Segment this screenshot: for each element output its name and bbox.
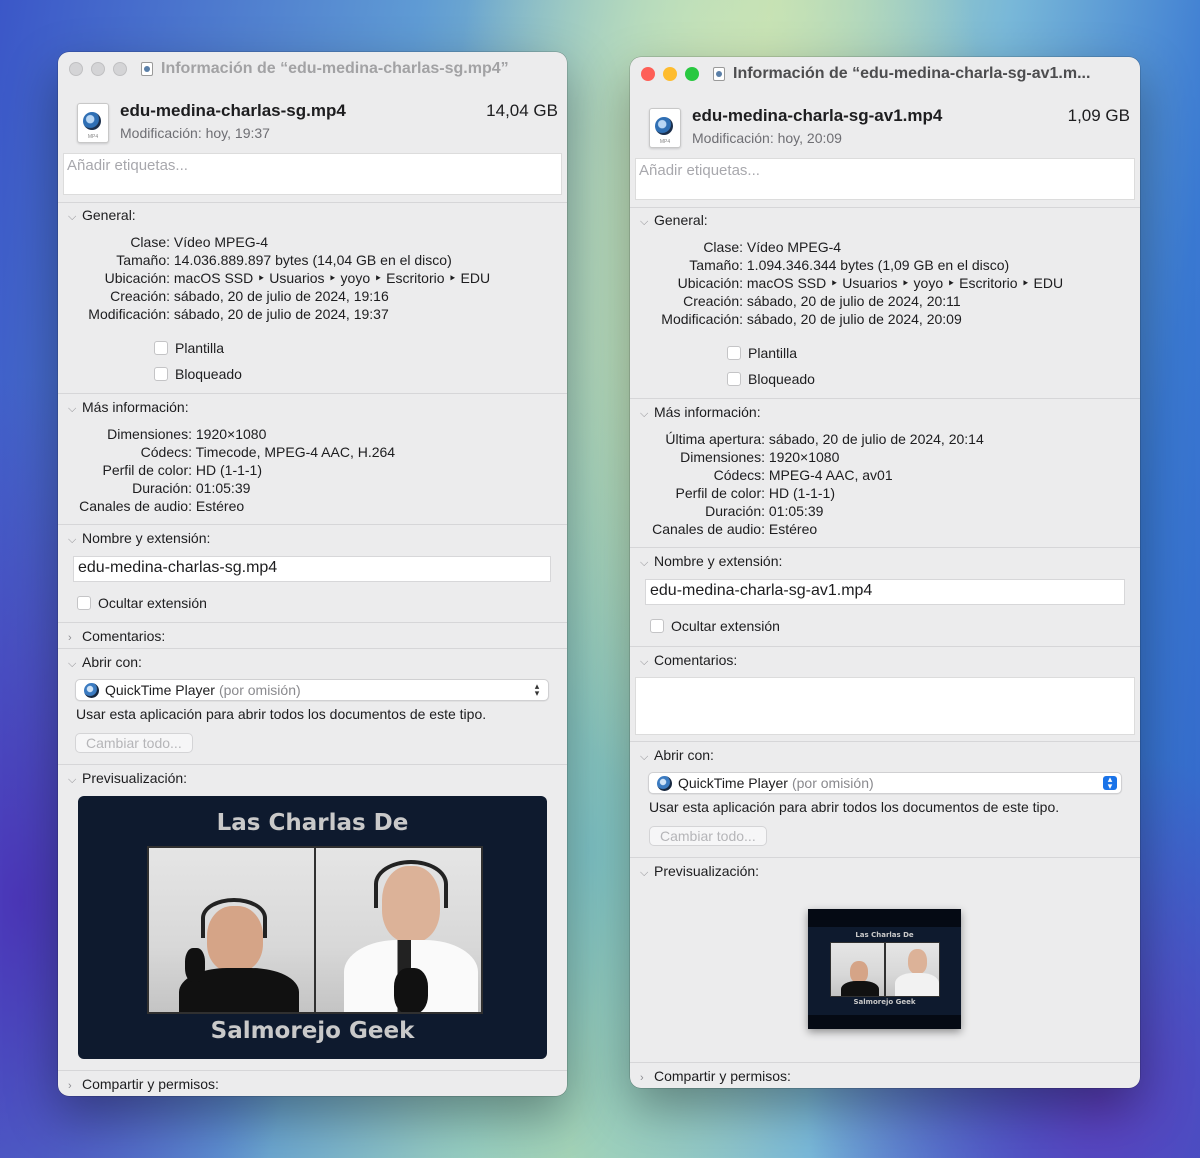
info-window-right: Información de “edu-medina-charla-sg-av1… — [630, 57, 1140, 1088]
file-extension-label: MP4 — [87, 134, 99, 140]
more-info-rows: Última apertura: sábado, 20 de julio de … — [652, 431, 984, 537]
popup-arrows-icon: ▴ ▾ — [534, 681, 540, 698]
modified-short: Modificación: hoy, 19:37 — [120, 125, 270, 141]
video-file-icon[interactable]: MP4 — [77, 103, 109, 143]
template-checkbox[interactable]: Plantilla — [727, 345, 797, 361]
tags-input[interactable]: Añadir etiquetas... — [63, 153, 562, 195]
general-rows: Clase: Vídeo MPEG-4 Tamaño: 14.036.889.8… — [88, 234, 491, 322]
section-comments[interactable]: › Comentarios: — [68, 628, 165, 644]
section-open-with[interactable]: ⌵ Abrir con: — [68, 654, 142, 671]
document-proxy-icon[interactable] — [713, 67, 725, 81]
open-with-note: Usar esta aplicación para abrir todos lo… — [649, 799, 1060, 815]
video-file-icon[interactable]: MP4 — [649, 108, 681, 148]
minimize-button[interactable] — [663, 67, 677, 81]
zoom-button[interactable] — [685, 67, 699, 81]
zoom-button[interactable] — [113, 62, 127, 76]
chevron-down-icon: ⌵ — [640, 216, 649, 228]
hide-extension-checkbox[interactable]: Ocultar extensión — [650, 618, 780, 634]
chevron-right-icon: › — [640, 1072, 644, 1084]
section-general[interactable]: ⌵ General: — [68, 207, 136, 224]
chevron-down-icon: ⌵ — [68, 211, 77, 223]
document-proxy-icon[interactable] — [141, 62, 153, 76]
file-size: 14,04 GB — [486, 101, 558, 120]
section-sharing-permissions[interactable]: › Compartir y permisos: — [68, 1076, 219, 1092]
section-more-info[interactable]: ⌵ Más información: — [640, 404, 761, 421]
preview-top-text: Las Charlas De — [216, 810, 409, 836]
window-title: Información de “edu-medina-charlas-sg.mp… — [161, 60, 509, 77]
section-open-with[interactable]: ⌵ Abrir con: — [640, 747, 714, 764]
camera-right — [886, 943, 939, 996]
locked-checkbox[interactable]: Bloqueado — [727, 371, 815, 387]
section-general[interactable]: ⌵ General: — [640, 212, 708, 229]
chevron-down-icon: ⌵ — [640, 557, 649, 569]
quicktime-icon — [84, 682, 99, 698]
info-window-left: Información de “edu-medina-charlas-sg.mp… — [58, 52, 567, 1096]
section-name-extension[interactable]: ⌵ Nombre y extensión: — [68, 530, 210, 547]
file-name: edu-medina-charlas-sg.mp4 — [120, 101, 346, 120]
chevron-right-icon: › — [68, 632, 72, 644]
name-field[interactable]: edu-medina-charlas-sg.mp4 — [73, 556, 551, 582]
template-checkbox[interactable]: Plantilla — [154, 340, 224, 356]
chevron-down-icon: ⌵ — [640, 867, 649, 879]
section-sharing-permissions[interactable]: › Compartir y permisos: — [640, 1068, 791, 1084]
camera-right — [316, 848, 481, 1012]
chevron-down-icon: ⌵ — [68, 403, 77, 415]
title-bar[interactable]: Información de “edu-medina-charla-sg-av1… — [630, 57, 1140, 91]
video-preview[interactable]: Las Charlas De Salmorejo Geek — [78, 796, 547, 1059]
name-field[interactable]: edu-medina-charla-sg-av1.mp4 — [645, 579, 1125, 605]
file-name: edu-medina-charla-sg-av1.mp4 — [692, 106, 943, 125]
minimize-button[interactable] — [91, 62, 105, 76]
section-more-info[interactable]: ⌵ Más información: — [68, 399, 189, 416]
chevron-down-icon: ⌵ — [640, 751, 649, 763]
comments-field[interactable] — [635, 677, 1135, 735]
section-name-extension[interactable]: ⌵ Nombre y extensión: — [640, 553, 782, 570]
chevron-right-icon: › — [68, 1080, 72, 1092]
chevron-down-icon: ⌵ — [640, 656, 649, 668]
more-info-rows: Dimensiones: 1920×1080 Códecs: Timecode,… — [79, 426, 396, 514]
open-with-note: Usar esta aplicación para abrir todos lo… — [76, 706, 487, 722]
close-button[interactable] — [641, 67, 655, 81]
chevron-down-icon: ⌵ — [68, 534, 77, 546]
section-comments[interactable]: ⌵ Comentarios: — [640, 652, 737, 669]
title-bar[interactable]: Información de “edu-medina-charlas-sg.mp… — [58, 52, 567, 86]
section-preview[interactable]: ⌵ Previsualización: — [640, 863, 759, 880]
section-preview[interactable]: ⌵ Previsualización: — [68, 770, 187, 787]
file-extension-label: MP4 — [659, 139, 671, 145]
preview-bottom-text: Salmorejo Geek — [210, 1018, 415, 1044]
preview-top-text: Las Charlas De — [855, 931, 914, 939]
video-preview-thumbnail[interactable]: Las Charlas De Salmorejo Geek — [808, 909, 961, 1029]
file-size: 1,09 GB — [1067, 106, 1130, 125]
close-button[interactable] — [69, 62, 83, 76]
general-rows: Clase: Vídeo MPEG-4 Tamaño: 1.094.346.34… — [661, 239, 1064, 327]
preview-bottom-text: Salmorejo Geek — [853, 998, 916, 1006]
chevron-down-icon: ⌵ — [68, 774, 77, 786]
popup-arrows-icon: ▴ ▾ — [1103, 775, 1117, 791]
hide-extension-checkbox[interactable]: Ocultar extensión — [77, 595, 207, 611]
tags-input[interactable]: Añadir etiquetas... — [635, 158, 1135, 200]
open-with-popup[interactable]: QuickTime Player (por omisión) ▴ ▾ — [648, 772, 1122, 794]
locked-checkbox[interactable]: Bloqueado — [154, 366, 242, 382]
window-title: Información de “edu-medina-charla-sg-av1… — [733, 65, 1091, 82]
camera-left — [149, 848, 314, 1012]
modified-short: Modificación: hoy, 20:09 — [692, 130, 842, 146]
open-with-popup[interactable]: QuickTime Player (por omisión) ▴ ▾ — [75, 679, 549, 701]
camera-left — [831, 943, 884, 996]
change-all-button[interactable]: Cambiar todo... — [75, 733, 193, 753]
quicktime-icon — [657, 775, 672, 791]
chevron-down-icon: ⌵ — [640, 408, 649, 420]
chevron-down-icon: ⌵ — [68, 658, 77, 670]
change-all-button[interactable]: Cambiar todo... — [649, 826, 767, 846]
